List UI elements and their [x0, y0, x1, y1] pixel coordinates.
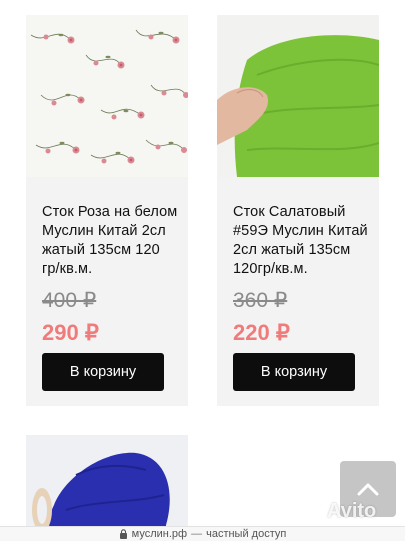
browser-address-bar[interactable]: муслин.рф — частный доступ	[0, 526, 405, 541]
product-card[interactable]: Сток Салатовый #59Э Муслин Китай 2сл жат…	[217, 15, 379, 406]
product-title[interactable]: Сток Салатовый #59Э Муслин Китай 2сл жат…	[233, 203, 369, 279]
sale-price: 290 ₽	[42, 320, 99, 345]
site-domain[interactable]: муслин.рф	[132, 528, 187, 540]
watermark-text: Avito	[327, 500, 377, 522]
old-price: 400 ₽	[42, 289, 97, 312]
separator: —	[191, 528, 203, 540]
sale-price: 220 ₽	[233, 320, 290, 345]
blue-fabric-image[interactable]	[26, 435, 188, 540]
green-fabric-image	[217, 15, 379, 177]
access-status: частный доступ	[206, 528, 287, 540]
product-card[interactable]	[26, 435, 188, 540]
old-price: 360 ₽	[233, 289, 288, 312]
chevron-up-icon	[357, 483, 379, 496]
product-title[interactable]: Сток Роза на белом Муслин Китай 2сл жаты…	[42, 203, 178, 279]
floral-pattern-image	[26, 15, 188, 177]
add-to-cart-button[interactable]: В корзину	[42, 353, 164, 391]
avito-watermark: Avito	[300, 500, 376, 523]
product-card[interactable]: Сток Роза на белом Муслин Китай 2сл жаты…	[26, 15, 188, 406]
product-image-rose-muslin[interactable]	[26, 15, 188, 177]
add-to-cart-button[interactable]: В корзину	[233, 353, 355, 391]
avito-logo-icon	[301, 503, 321, 520]
product-image-green-muslin[interactable]	[217, 15, 379, 177]
lock-icon	[119, 529, 127, 539]
